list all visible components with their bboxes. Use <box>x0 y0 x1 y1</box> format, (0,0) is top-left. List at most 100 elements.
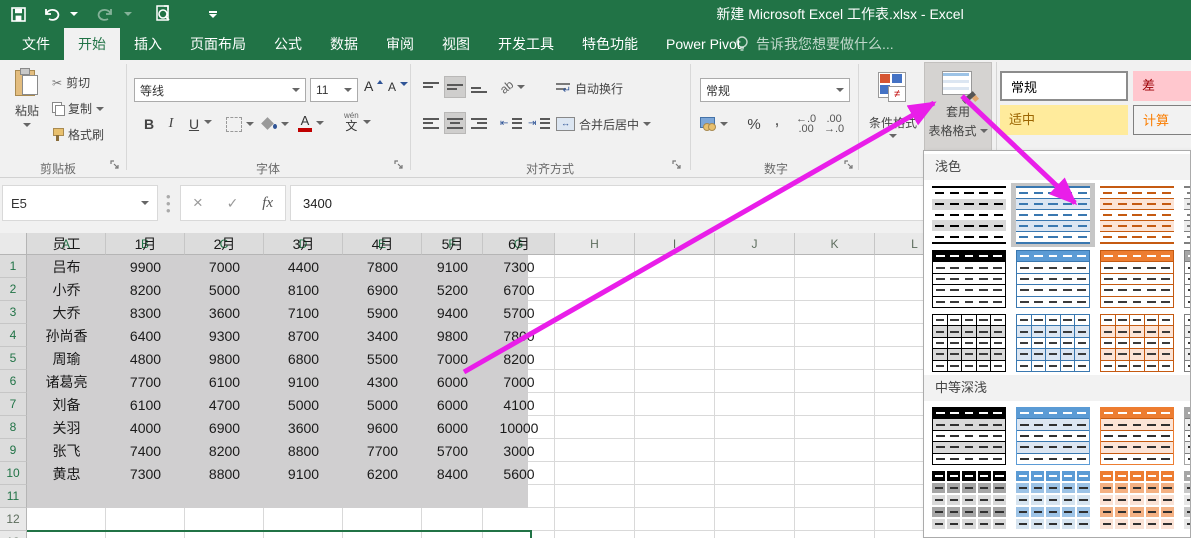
alignment-dialog-launcher[interactable] <box>672 160 684 172</box>
decrease-decimal-button[interactable]: .00 →.0 <box>824 112 850 136</box>
tab-home[interactable]: 开始 <box>64 28 120 60</box>
table-style-thumbnail-blue-stripes[interactable] <box>1016 186 1090 244</box>
tab-review[interactable]: 审阅 <box>372 28 428 60</box>
table-style-thumbnail-gray-mheader[interactable] <box>1184 407 1190 465</box>
cell[interactable]: 6100 <box>185 371 264 394</box>
table-style-slot[interactable] <box>1011 247 1095 311</box>
cell[interactable]: 1月 <box>106 233 185 256</box>
cell[interactable]: 2月 <box>185 233 264 256</box>
underline-dropdown[interactable] <box>204 120 212 124</box>
cell[interactable]: 7800 <box>483 325 555 348</box>
cell[interactable]: 5200 <box>422 279 483 302</box>
cell[interactable]: 3600 <box>264 417 343 440</box>
cell[interactable]: 8700 <box>264 325 343 348</box>
table-style-thumbnail-blue-header[interactable] <box>1016 250 1090 308</box>
cut-button[interactable]: ✂ 剪切 <box>52 74 90 91</box>
cell[interactable]: 8800 <box>264 440 343 463</box>
format-as-table-button[interactable]: 套用 表格格式 <box>924 62 992 154</box>
cell[interactable]: 6800 <box>264 348 343 371</box>
cell[interactable]: 关羽 <box>27 417 106 440</box>
cell[interactable]: 6000 <box>422 371 483 394</box>
table-style-thumbnail-black-header[interactable] <box>932 250 1006 308</box>
table-style-slot[interactable] <box>927 404 1011 468</box>
cell[interactable]: 4700 <box>185 394 264 417</box>
row-header-4[interactable]: 4 <box>0 324 27 347</box>
wrap-text-button[interactable]: ↵ 自动换行 <box>556 76 623 100</box>
table-style-slot[interactable] <box>1095 183 1179 247</box>
tab-formulas[interactable]: 公式 <box>260 28 316 60</box>
cell[interactable]: 5700 <box>422 440 483 463</box>
phonetic-guide-button[interactable]: wén 文 <box>344 108 371 136</box>
redo-dropdown[interactable] <box>120 0 136 28</box>
cell[interactable]: 刘备 <box>27 394 106 417</box>
cell[interactable]: 张飞 <box>27 440 106 463</box>
cell[interactable]: 7100 <box>264 302 343 325</box>
cell[interactable]: 5000 <box>185 279 264 302</box>
cell[interactable]: 9100 <box>422 256 483 279</box>
cell-style-1[interactable]: 常规 <box>1000 71 1128 101</box>
cell[interactable]: 3月 <box>264 233 343 256</box>
table-style-slot[interactable] <box>1179 404 1190 468</box>
table-style-slot[interactable] <box>1095 468 1179 532</box>
decrease-indent-button[interactable]: ⇤ <box>500 112 523 134</box>
cell[interactable]: 8800 <box>185 463 264 486</box>
tab-page-layout[interactable]: 页面布局 <box>176 28 260 60</box>
orientation-button[interactable]: ab <box>497 76 526 98</box>
table-style-thumbnail-black-stripes[interactable] <box>932 186 1006 244</box>
tab-special-features[interactable]: 特色功能 <box>568 28 652 60</box>
cell[interactable]: 吕布 <box>27 256 106 279</box>
cell[interactable]: 6100 <box>106 394 185 417</box>
row-header-8[interactable]: 8 <box>0 416 27 439</box>
table-style-slot[interactable] <box>1179 247 1190 311</box>
cell[interactable]: 7700 <box>106 371 185 394</box>
insert-function-button[interactable]: fx <box>262 195 273 212</box>
cell[interactable]: 6000 <box>422 394 483 417</box>
table-style-slot[interactable] <box>1179 311 1190 375</box>
table-style-slot[interactable] <box>1179 183 1190 247</box>
cell[interactable]: 8200 <box>483 348 555 371</box>
table-style-thumbnail-gray-stripes[interactable] <box>1184 186 1190 244</box>
tab-developer[interactable]: 开发工具 <box>484 28 568 60</box>
tab-data[interactable]: 数据 <box>316 28 372 60</box>
redo-button[interactable] <box>90 0 120 28</box>
table-style-thumbnail-black-mheader[interactable] <box>932 407 1006 465</box>
grow-font-button[interactable]: A <box>364 78 384 94</box>
comma-style-button[interactable]: , <box>770 108 784 132</box>
qat-customize-button[interactable] <box>200 0 226 28</box>
cell[interactable]: 9800 <box>422 325 483 348</box>
cell[interactable]: 9900 <box>106 256 185 279</box>
table-style-slot[interactable] <box>927 468 1011 532</box>
bold-button[interactable]: B <box>140 112 158 136</box>
row-header-2[interactable]: 2 <box>0 278 27 301</box>
table-style-slot[interactable] <box>1179 468 1190 532</box>
table-style-thumbnail-orange-header[interactable] <box>1100 250 1174 308</box>
cell-style-4[interactable]: 计算 <box>1133 105 1191 135</box>
tab-file[interactable]: 文件 <box>8 28 64 60</box>
cell[interactable]: 6月 <box>483 233 555 256</box>
cell[interactable]: 6000 <box>422 417 483 440</box>
cell[interactable]: 4300 <box>343 371 422 394</box>
table-style-thumbnail-gray-grid[interactable] <box>1184 314 1190 372</box>
table-style-thumbnail-blue-grid[interactable] <box>1016 314 1090 372</box>
align-bottom-button[interactable] <box>468 76 490 98</box>
row-header-6[interactable]: 6 <box>0 370 27 393</box>
paste-button[interactable]: 粘贴 <box>4 64 50 156</box>
cell[interactable]: 5700 <box>483 302 555 325</box>
font-name-combo[interactable]: 等线 <box>134 78 306 102</box>
format-painter-button[interactable]: 格式刷 <box>52 126 104 143</box>
cell-style-3[interactable]: 适中 <box>1000 105 1128 135</box>
font-color-button[interactable]: A <box>298 110 324 136</box>
cell[interactable]: 5月 <box>422 233 483 256</box>
enter-button[interactable]: ✓ <box>227 195 239 212</box>
table-style-thumbnail-orange-mgrid[interactable] <box>1100 471 1174 529</box>
undo-dropdown[interactable] <box>66 0 82 28</box>
table-style-slot[interactable] <box>927 183 1011 247</box>
cell[interactable]: 5000 <box>343 394 422 417</box>
table-style-slot[interactable] <box>927 311 1011 375</box>
table-style-slot[interactable] <box>1095 404 1179 468</box>
fill-color-button[interactable] <box>261 112 289 136</box>
number-dialog-launcher[interactable] <box>844 160 856 172</box>
print-preview-button[interactable] <box>144 0 184 28</box>
row-header-9[interactable]: 9 <box>0 439 27 462</box>
tab-view[interactable]: 视图 <box>428 28 484 60</box>
